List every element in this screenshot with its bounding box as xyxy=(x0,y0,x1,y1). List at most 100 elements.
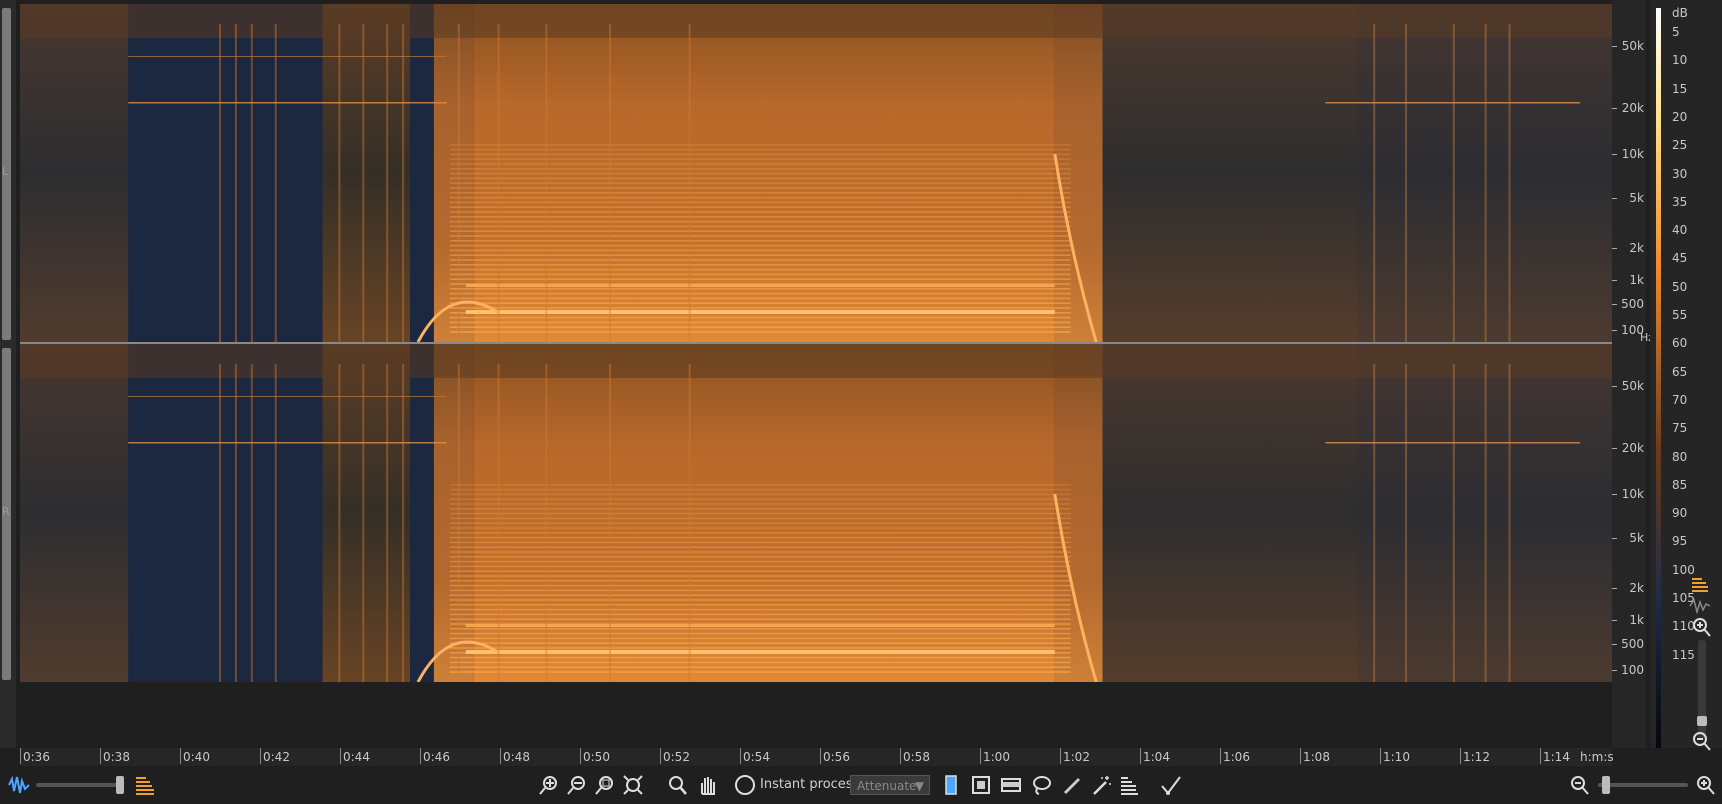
time-tick-mark xyxy=(1380,748,1381,764)
spectrogram-icon[interactable] xyxy=(134,774,156,796)
time-tick-label: 0:38 xyxy=(103,750,130,764)
freq-tick-mark xyxy=(1612,620,1617,621)
db-tick-label: 95 xyxy=(1672,534,1688,549)
vertical-zoom-in-icon[interactable] xyxy=(1690,616,1712,638)
db-tick-label: 10 xyxy=(1672,53,1688,68)
channel-divider xyxy=(20,342,1612,344)
time-selection-icon[interactable] xyxy=(940,774,962,796)
freq-tick-label: 100 xyxy=(1621,663,1644,677)
lasso-icon[interactable] xyxy=(1030,774,1052,796)
db-tick-label: 5 xyxy=(1672,25,1680,39)
db-colorbar xyxy=(1656,8,1661,748)
time-tick-label: 0:36 xyxy=(23,750,50,764)
freq-tick-mark xyxy=(1612,46,1617,47)
zoom-out-icon[interactable] xyxy=(566,774,588,796)
blend-slider-thumb[interactable] xyxy=(116,776,124,794)
spectrogram-canvas xyxy=(20,344,1612,682)
vertical-zoom-thumb[interactable] xyxy=(1697,716,1707,726)
horizontal-zoom-out-icon[interactable] xyxy=(1568,774,1590,796)
freq-tick-mark xyxy=(1612,494,1617,495)
frequency-selection-icon[interactable] xyxy=(1000,774,1022,796)
channel-left-label: L xyxy=(2,165,9,178)
vertical-zoom-out-icon[interactable] xyxy=(1690,730,1712,752)
spectrogram-canvas xyxy=(20,4,1612,342)
db-tick-label: 45 xyxy=(1672,251,1688,266)
time-tick-label: 0:46 xyxy=(423,750,450,764)
db-tick-label: 25 xyxy=(1672,138,1688,153)
time-tick-mark xyxy=(900,748,901,764)
rectangle-selection-icon[interactable] xyxy=(970,774,992,796)
freq-tick-mark xyxy=(1612,154,1617,155)
time-unit-label: h:m:s xyxy=(1580,750,1614,764)
freq-tick-label: 2k xyxy=(1629,241,1644,255)
freq-tick-mark xyxy=(1612,386,1617,387)
bottom-toolbar: Instant process Attenuate ▼ xyxy=(0,766,1722,804)
magnifier-icon[interactable] xyxy=(666,774,688,796)
time-axis[interactable]: 0:36 0:38 0:40 0:42 0:44 0:46 0:48 0:50 0:52 0:54… xyxy=(20,748,1614,766)
freq-tick-label: 5k xyxy=(1629,191,1644,205)
frequency-axis[interactable]: 50k 20k 10k 5k 2k 1k 500 100 50k 20k 10k 5k 2k 1k 500 1… xyxy=(1612,0,1654,748)
time-tick-label: 0:42 xyxy=(263,750,290,764)
freq-tick-label: 5k xyxy=(1629,531,1644,545)
freq-tick-mark xyxy=(1612,448,1617,449)
channel-right-label: R xyxy=(2,505,10,518)
time-tick-label: 1:06 xyxy=(1223,750,1250,764)
waveform-spectrogram-blend-slider[interactable] xyxy=(36,783,120,787)
freq-tick-mark xyxy=(1612,538,1617,539)
horizontal-zoom-thumb[interactable] xyxy=(1602,776,1610,794)
time-tick-label: 1:12 xyxy=(1463,750,1490,764)
attenuate-select-value: Attenuate xyxy=(857,779,917,793)
db-tick-label: 70 xyxy=(1672,392,1688,407)
attenuate-select[interactable]: Attenuate ▼ xyxy=(850,775,930,795)
freq-tick-mark xyxy=(1612,248,1617,249)
freq-tick-label: 1k xyxy=(1629,273,1644,287)
db-tick-label: 35 xyxy=(1672,194,1688,209)
zoom-fit-icon[interactable] xyxy=(622,774,644,796)
db-tick-label: 15 xyxy=(1672,81,1688,96)
freq-tick-label: 2k xyxy=(1629,581,1644,595)
zoom-in-icon[interactable] xyxy=(538,774,560,796)
time-tick-mark xyxy=(580,748,581,764)
time-tick-label: 1:10 xyxy=(1383,750,1410,764)
freq-tick-label: 50k xyxy=(1621,379,1644,393)
freq-tick-mark xyxy=(1612,108,1617,109)
zoom-selection-icon[interactable] xyxy=(594,774,616,796)
time-tick-mark xyxy=(1060,748,1061,764)
harmonic-selection-icon[interactable] xyxy=(1118,774,1140,796)
time-tick-mark xyxy=(980,748,981,764)
db-tick-label: 30 xyxy=(1672,166,1688,181)
time-tick-label: 0:44 xyxy=(343,750,370,764)
spectrogram-mode-icon[interactable] xyxy=(1688,576,1712,596)
hand-icon[interactable] xyxy=(696,774,718,796)
time-tick-label: 1:02 xyxy=(1063,750,1090,764)
time-tick-label: 1:14 xyxy=(1543,750,1570,764)
instant-process-label[interactable]: Instant process xyxy=(760,777,859,792)
horizontal-zoom-slider[interactable] xyxy=(1598,783,1688,787)
freq-tick-label: 20k xyxy=(1621,101,1644,115)
freq-tick-label: 10k xyxy=(1621,487,1644,501)
brush-icon[interactable] xyxy=(1060,774,1082,796)
freq-tick-mark xyxy=(1612,644,1617,645)
time-tick-mark xyxy=(1220,748,1221,764)
time-tick-mark xyxy=(1540,748,1541,764)
db-tick-label: 20 xyxy=(1672,109,1688,124)
spectrogram-left-channel[interactable] xyxy=(20,4,1612,342)
waveform-icon[interactable] xyxy=(8,774,30,796)
db-tick-label: 115 xyxy=(1672,647,1695,662)
magic-wand-icon[interactable] xyxy=(1090,774,1112,796)
time-tick-label: 0:56 xyxy=(823,750,850,764)
spectrogram-right-channel[interactable] xyxy=(20,344,1612,682)
fade-icon[interactable] xyxy=(1160,774,1182,796)
freq-tick-label: 20k xyxy=(1621,441,1644,455)
instant-process-icon[interactable] xyxy=(734,774,756,796)
waveform-mode-icon[interactable] xyxy=(1688,598,1712,615)
time-tick-mark xyxy=(740,748,741,764)
db-tick-label: 85 xyxy=(1672,477,1688,492)
chevron-down-icon: ▼ xyxy=(914,779,924,793)
time-tick-mark xyxy=(340,748,341,764)
db-tick-label: 80 xyxy=(1672,449,1688,464)
db-tick-label: 60 xyxy=(1672,336,1688,351)
horizontal-zoom-in-icon[interactable] xyxy=(1694,774,1716,796)
time-tick-mark xyxy=(1460,748,1461,764)
time-tick-mark xyxy=(1140,748,1141,764)
